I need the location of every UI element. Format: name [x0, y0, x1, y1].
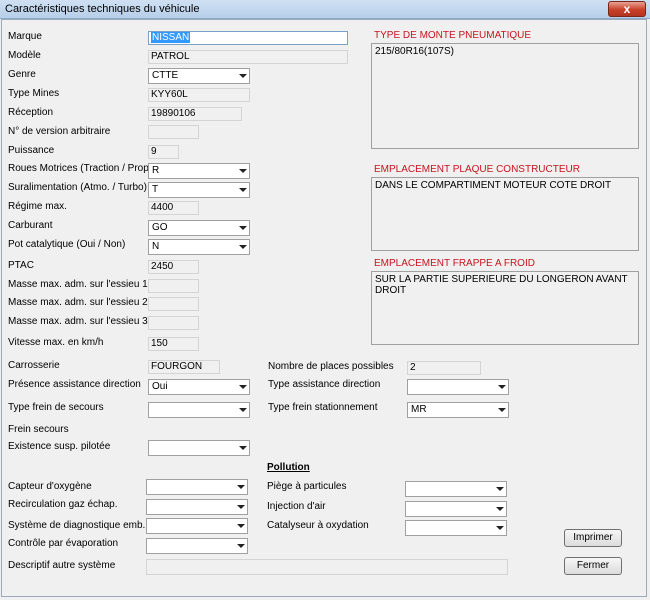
- label-vitesse-max: Vitesse max. en km/h: [8, 337, 104, 348]
- label-piege-particules: Piège à particules: [267, 481, 347, 492]
- chevron-down-icon: [237, 524, 245, 528]
- piege-particules-select[interactable]: [405, 481, 507, 497]
- essieu-3-field[interactable]: [148, 316, 199, 330]
- label-essieu-1: Masse max. adm. sur l'essieu 1: [8, 279, 148, 290]
- injection-air-select[interactable]: [405, 501, 507, 517]
- version-field[interactable]: [148, 125, 199, 139]
- pot-catalytique-select[interactable]: N: [148, 239, 250, 255]
- window-title: Caractéristiques techniques du véhicule: [5, 3, 200, 15]
- label-frein-secours: Frein secours: [8, 424, 69, 435]
- label-descriptif: Descriptif autre système: [8, 560, 116, 571]
- label-catalyseur: Catalyseur à oxydation: [267, 520, 369, 531]
- label-roues-motrices: Roues Motrices (Traction / Prop.): [8, 163, 155, 174]
- chevron-down-icon: [498, 408, 506, 412]
- reception-field[interactable]: 19890106: [148, 107, 242, 121]
- label-carburant: Carburant: [8, 220, 53, 231]
- chevron-down-icon: [239, 385, 247, 389]
- window-close-button[interactable]: x: [608, 1, 646, 17]
- essieu-2-field[interactable]: [148, 297, 199, 311]
- chevron-down-icon: [237, 485, 245, 489]
- carburant-select[interactable]: GO: [148, 220, 250, 236]
- type-assistance-select[interactable]: [407, 379, 509, 395]
- regime-max-field[interactable]: 4400: [148, 201, 199, 215]
- close-button[interactable]: Fermer: [564, 557, 622, 575]
- label-places: Nombre de places possibles: [268, 361, 394, 372]
- capteur-oxygene-select[interactable]: [146, 479, 248, 495]
- label-ptac: PTAC: [8, 260, 34, 271]
- label-susp-pilotee: Existence susp. pilotée: [8, 441, 111, 452]
- chevron-down-icon: [239, 408, 247, 412]
- chevron-down-icon: [496, 507, 504, 511]
- close-icon: x: [623, 2, 631, 16]
- carrosserie-field[interactable]: FOURGON: [148, 360, 220, 374]
- chevron-down-icon: [239, 74, 247, 78]
- panel-title: TYPE DE MONTE PNEUMATIQUE: [374, 30, 532, 41]
- panel-monte-pneumatique: TYPE DE MONTE PNEUMATIQUE 215/80R16(107S…: [371, 30, 639, 149]
- chevron-down-icon: [237, 544, 245, 548]
- label-controle-evaporation: Contrôle par évaporation: [8, 538, 119, 549]
- label-essieu-3: Masse max. adm. sur l'essieu 3: [8, 316, 148, 327]
- susp-pilotee-select[interactable]: [148, 440, 250, 456]
- marque-field[interactable]: NISSAN: [148, 31, 348, 45]
- places-field[interactable]: 2: [407, 361, 481, 375]
- title-bar: Caractéristiques techniques du véhicule …: [0, 0, 650, 19]
- label-type-frein-secours: Type frein de secours: [8, 402, 104, 413]
- type-frein-secours-select[interactable]: [148, 402, 250, 418]
- label-recirculation: Recirculation gaz échap.: [8, 499, 118, 510]
- chevron-down-icon: [239, 245, 247, 249]
- suralimentation-select[interactable]: T: [148, 182, 250, 198]
- chevron-down-icon: [239, 188, 247, 192]
- diagnostique-select[interactable]: [146, 518, 248, 534]
- assistance-direction-select[interactable]: Oui: [148, 379, 250, 395]
- label-capteur-oxygene: Capteur d'oxygène: [8, 481, 92, 492]
- label-assistance-direction: Présence assistance direction: [8, 379, 141, 390]
- label-regime-max: Régime max.: [8, 201, 67, 212]
- chevron-down-icon: [496, 487, 504, 491]
- label-type-assistance: Type assistance direction: [268, 379, 381, 390]
- chevron-down-icon: [239, 226, 247, 230]
- chevron-down-icon: [496, 526, 504, 530]
- label-carrosserie: Carrosserie: [8, 360, 60, 371]
- label-genre: Genre: [8, 69, 36, 80]
- descriptif-field[interactable]: [146, 559, 508, 575]
- panel-title: EMPLACEMENT FRAPPE A FROID: [374, 258, 535, 269]
- panel-title: EMPLACEMENT PLAQUE CONSTRUCTEUR: [374, 164, 580, 175]
- panel-frappe-a-froid: EMPLACEMENT FRAPPE A FROID SUR LA PARTIE…: [371, 258, 639, 345]
- vitesse-max-field[interactable]: 150: [148, 337, 199, 351]
- essieu-1-field[interactable]: [148, 279, 199, 293]
- chevron-down-icon: [237, 505, 245, 509]
- label-pot-catalytique: Pot catalytique (Oui / Non): [8, 239, 126, 250]
- recirculation-select[interactable]: [146, 499, 248, 515]
- puissance-field[interactable]: 9: [148, 145, 179, 159]
- pollution-heading: Pollution: [267, 462, 310, 473]
- ptac-field[interactable]: 2450: [148, 260, 199, 274]
- dialog-client-area: Marque NISSAN Modèle PATROL Genre CTTE T…: [1, 19, 647, 597]
- label-essieu-2: Masse max. adm. sur l'essieu 2: [8, 297, 148, 308]
- frappe-a-froid-field[interactable]: SUR LA PARTIE SUPERIEURE DU LONGERON AVA…: [371, 271, 639, 345]
- label-modele: Modèle: [8, 50, 41, 61]
- label-type-mines: Type Mines: [8, 88, 60, 99]
- controle-evaporation-select[interactable]: [146, 538, 248, 554]
- chevron-down-icon: [239, 169, 247, 173]
- frein-stationnement-select[interactable]: MR: [407, 402, 509, 418]
- genre-select[interactable]: CTTE: [148, 68, 250, 84]
- label-marque: Marque: [8, 31, 42, 42]
- label-version: N° de version arbitraire: [8, 126, 111, 137]
- panel-plaque-constructeur: EMPLACEMENT PLAQUE CONSTRUCTEUR DANS LE …: [371, 164, 639, 251]
- label-puissance: Puissance: [8, 145, 55, 156]
- monte-pneumatique-field[interactable]: 215/80R16(107S): [371, 43, 639, 149]
- modele-field[interactable]: PATROL: [148, 50, 348, 64]
- print-button[interactable]: Imprimer: [564, 529, 622, 547]
- roues-motrices-select[interactable]: R: [148, 163, 250, 179]
- type-mines-field[interactable]: KYY60L: [148, 88, 250, 102]
- label-reception: Réception: [8, 107, 54, 118]
- plaque-constructeur-field[interactable]: DANS LE COMPARTIMENT MOTEUR COTE DROIT: [371, 177, 639, 251]
- chevron-down-icon: [239, 446, 247, 450]
- label-suralimentation: Suralimentation (Atmo. / Turbo): [8, 182, 147, 193]
- label-diagnostique: Système de diagnostique emb.: [8, 520, 146, 531]
- label-injection-air: Injection d'air: [267, 501, 326, 512]
- catalyseur-select[interactable]: [405, 520, 507, 536]
- label-frein-stationnement: Type frein stationnement: [268, 402, 378, 413]
- chevron-down-icon: [498, 385, 506, 389]
